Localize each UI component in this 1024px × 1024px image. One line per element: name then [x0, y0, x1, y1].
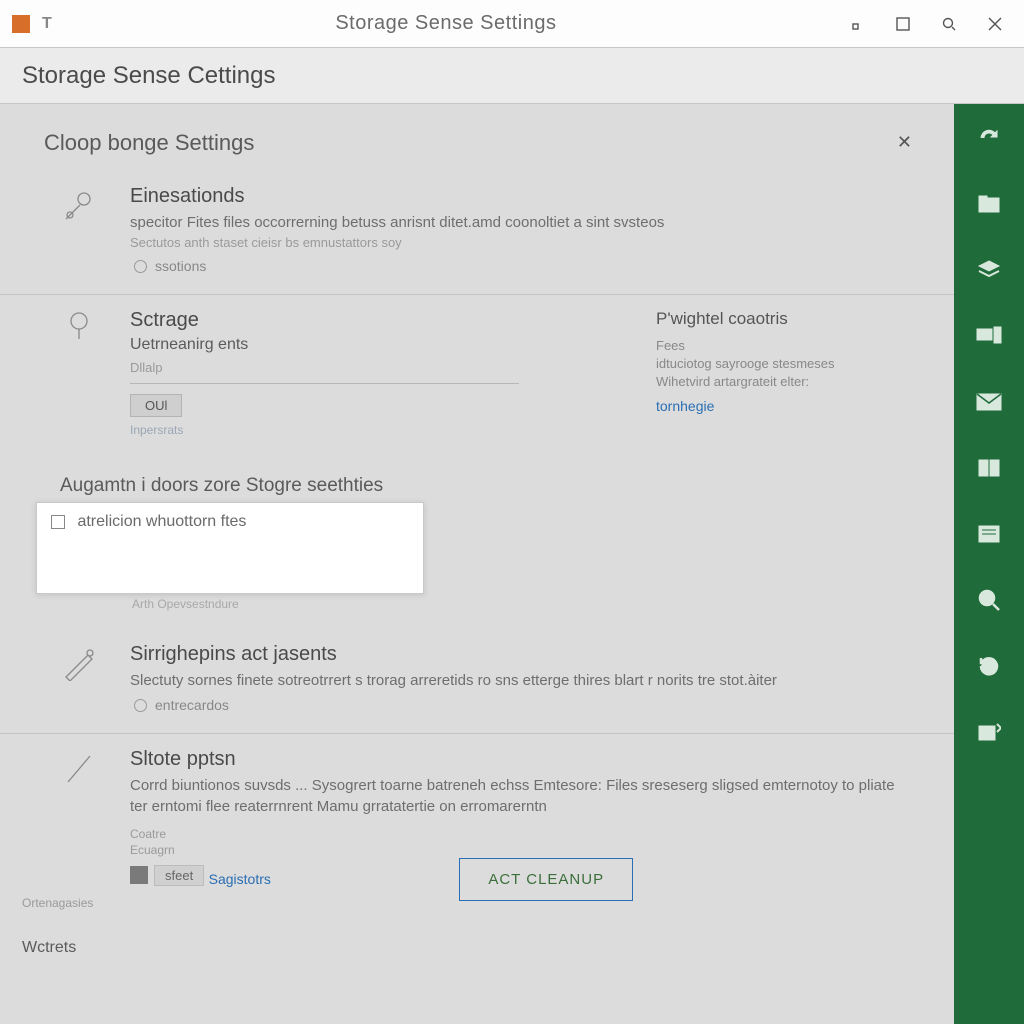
sidebar-sync-icon[interactable] [975, 126, 1003, 150]
page-header: Storage Sense Cettings [0, 48, 1024, 104]
radio-label: ssotions [155, 258, 206, 274]
titlebar: T Storage Sense Settings [0, 0, 1024, 48]
minimize-button[interactable] [840, 7, 874, 41]
radio-label: entrecardos [155, 697, 229, 713]
section-desc: specitor Fites files occorrerning betuss… [130, 212, 906, 233]
aside-line: Wihetvird artargrateit elter: [656, 373, 906, 391]
section-subdesc: Sectutos anth staset cieisr bs emnustatt… [130, 235, 906, 250]
aside-line: idtuciotog sayrooge stesmeses [656, 355, 906, 373]
app-icon [12, 15, 30, 33]
popup-hint: Arth Opevsestndure [132, 597, 954, 611]
content-area: Cloop bonge Settings ✕ Einesationds spec… [0, 104, 954, 1024]
section-storeopts: Sltote pptsn Corrd biuntionos suvsds ...… [0, 734, 954, 921]
section-heading: Sltote pptsn [130, 748, 906, 771]
pencil-icon [62, 647, 96, 681]
link-icon [62, 189, 96, 223]
aside-heading: P'wightel coaotris [656, 309, 906, 329]
group-heading: Augamtn i doors zore Stogre seethties [60, 475, 954, 497]
section-snapshots: Sirrighepins act jasents Slectuty sornes… [0, 629, 954, 734]
section-extensions: Einesationds specitor Fites files occorr… [0, 171, 954, 295]
section-heading: Sctrage [130, 309, 616, 332]
sidebar-mail-icon[interactable] [975, 390, 1003, 414]
page-title: Storage Sense Cettings [22, 62, 276, 90]
checkbox-label: atrelicion whuottorn ftes [77, 513, 246, 530]
section-heading: Einesationds [130, 185, 906, 208]
cleanup-button[interactable]: ACT CLEANUP [459, 858, 633, 901]
section-desc: Slectuty sornes finete sotreotrrert s tr… [130, 670, 906, 691]
side-hint: Ortenagasies [22, 896, 93, 910]
sidebar-stack-icon[interactable] [975, 258, 1003, 282]
section-heading: Sirrighepins act jasents [130, 643, 906, 666]
toggle-pill[interactable]: OUl [130, 394, 182, 417]
maximize-button[interactable] [886, 7, 920, 41]
search-button[interactable] [932, 7, 966, 41]
close-button[interactable] [978, 7, 1012, 41]
section-sublabel: Dllalp [130, 360, 616, 375]
panel-header: Cloop bonge Settings ✕ [0, 104, 954, 171]
chip-icon [130, 866, 148, 884]
sidebar-book-icon[interactable] [975, 456, 1003, 480]
sidebar-export-icon[interactable] [975, 720, 1003, 744]
chip-row: sfeet [130, 865, 204, 886]
sidebar-news-icon[interactable] [975, 522, 1003, 546]
sidebar-devices-icon[interactable] [975, 324, 1003, 348]
window-title: Storage Sense Settings [64, 12, 828, 35]
titlebar-accent-icon: T [42, 15, 52, 33]
field-label: Coatre [130, 827, 906, 841]
section-storage: Sctrage Uetrneanirg ents Dllalp OUl Inpe… [0, 295, 954, 457]
sidebar-folder-icon[interactable] [975, 192, 1003, 216]
aside-line: Fees [656, 337, 906, 355]
chip-value[interactable]: sfeet [154, 865, 204, 886]
sidebar [954, 104, 1024, 1024]
section-sub: Uetrneanirg ents [130, 336, 616, 354]
footer-label: Wctrets [22, 939, 954, 957]
slash-icon [62, 752, 96, 786]
bulb-icon [62, 309, 96, 343]
checkbox-popup: atrelicion whuottorn ftes [36, 502, 424, 594]
radio-option[interactable] [134, 699, 147, 712]
suggestions-link[interactable]: Sagistotrs [209, 871, 271, 887]
sidebar-refresh-icon[interactable] [975, 654, 1003, 678]
main: Cloop bonge Settings ✕ Einesationds spec… [0, 104, 1024, 1024]
panel-close-button[interactable]: ✕ [887, 126, 922, 159]
aside-link[interactable]: tornhegie [656, 398, 714, 414]
radio-option[interactable] [134, 260, 147, 273]
sidebar-search-icon[interactable] [975, 588, 1003, 612]
muted-hint: Inpersrats [130, 423, 616, 437]
checkbox[interactable] [51, 515, 65, 529]
divider [130, 383, 519, 384]
panel-title: Cloop bonge Settings [44, 130, 887, 156]
field-label: Ecuagrn [130, 843, 906, 857]
section-desc: Corrd biuntionos suvsds ... Sysogrert to… [130, 775, 906, 817]
